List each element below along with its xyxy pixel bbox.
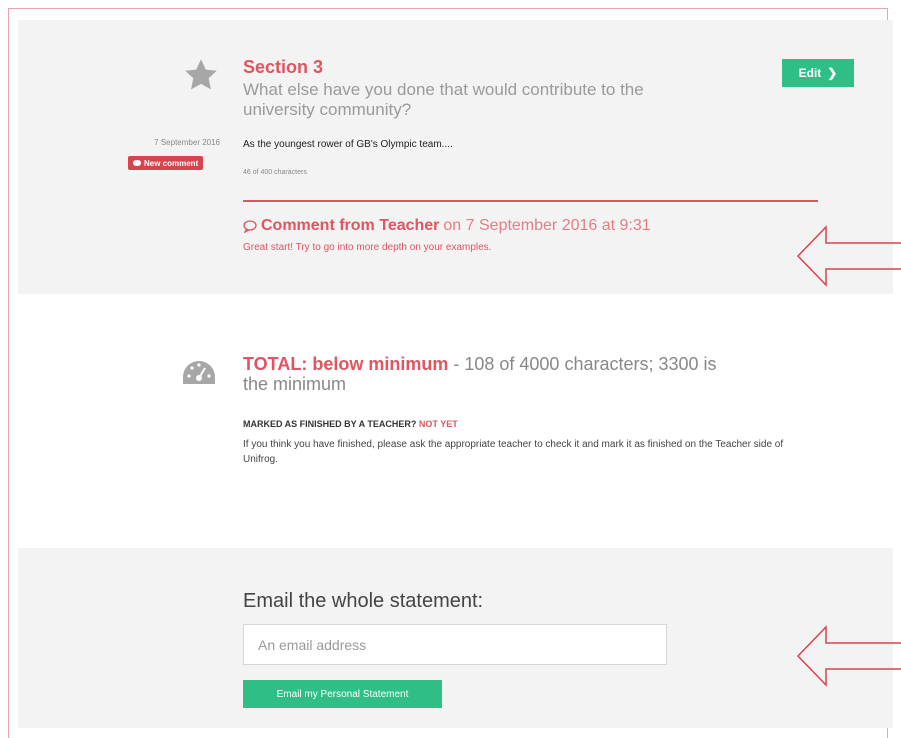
chevron-right-icon: ❯ bbox=[827, 66, 838, 80]
gauge-icon bbox=[183, 361, 215, 384]
finish-instructions: If you think you have finished, please a… bbox=[243, 439, 784, 465]
email-input[interactable] bbox=[243, 624, 667, 665]
email-statement-button[interactable]: Email my Personal Statement bbox=[243, 680, 442, 708]
star-icon bbox=[185, 59, 217, 90]
comment-icon bbox=[243, 219, 257, 233]
section-title: Section 3 bbox=[243, 57, 324, 77]
new-comment-badge: New comment bbox=[128, 156, 204, 170]
comment-author: Comment from Teacher bbox=[261, 217, 440, 234]
section-char-count: 46 of 400 characters bbox=[243, 169, 307, 176]
edit-button-label: Edit bbox=[798, 66, 822, 80]
edit-button[interactable]: Edit ❯ bbox=[782, 59, 854, 87]
comment-header: Comment from Teacher on 7 September 2016… bbox=[243, 217, 651, 235]
section-date: 7 September 2016 bbox=[154, 138, 220, 147]
comment-icon bbox=[133, 160, 141, 166]
comment-body: Great start! Try to go into more depth o… bbox=[243, 242, 492, 253]
marked-finished-value: NOT YET bbox=[418, 419, 458, 429]
arrow-left-icon bbox=[796, 625, 901, 687]
marked-finished-label: MARKED AS FINISHED BY A TEACHER? bbox=[243, 419, 417, 429]
arrow-left-icon bbox=[796, 225, 901, 287]
comment-timestamp: on 7 September 2016 at 9:31 bbox=[443, 217, 651, 234]
comment-divider bbox=[243, 200, 818, 202]
section-answer: As the youngest rower of GB's Olympic te… bbox=[243, 139, 453, 150]
email-title: Email the whole statement: bbox=[243, 590, 484, 612]
marked-finished-status: MARKED AS FINISHED BY A TEACHER? NOT YET bbox=[243, 419, 458, 429]
section-question: What else have you done that would contr… bbox=[243, 80, 644, 119]
total-status: TOTAL: below minimum bbox=[243, 354, 449, 374]
total-summary: TOTAL: below minimum - 108 of 4000 chara… bbox=[243, 354, 723, 394]
new-comment-badge-label: New comment bbox=[144, 158, 199, 168]
